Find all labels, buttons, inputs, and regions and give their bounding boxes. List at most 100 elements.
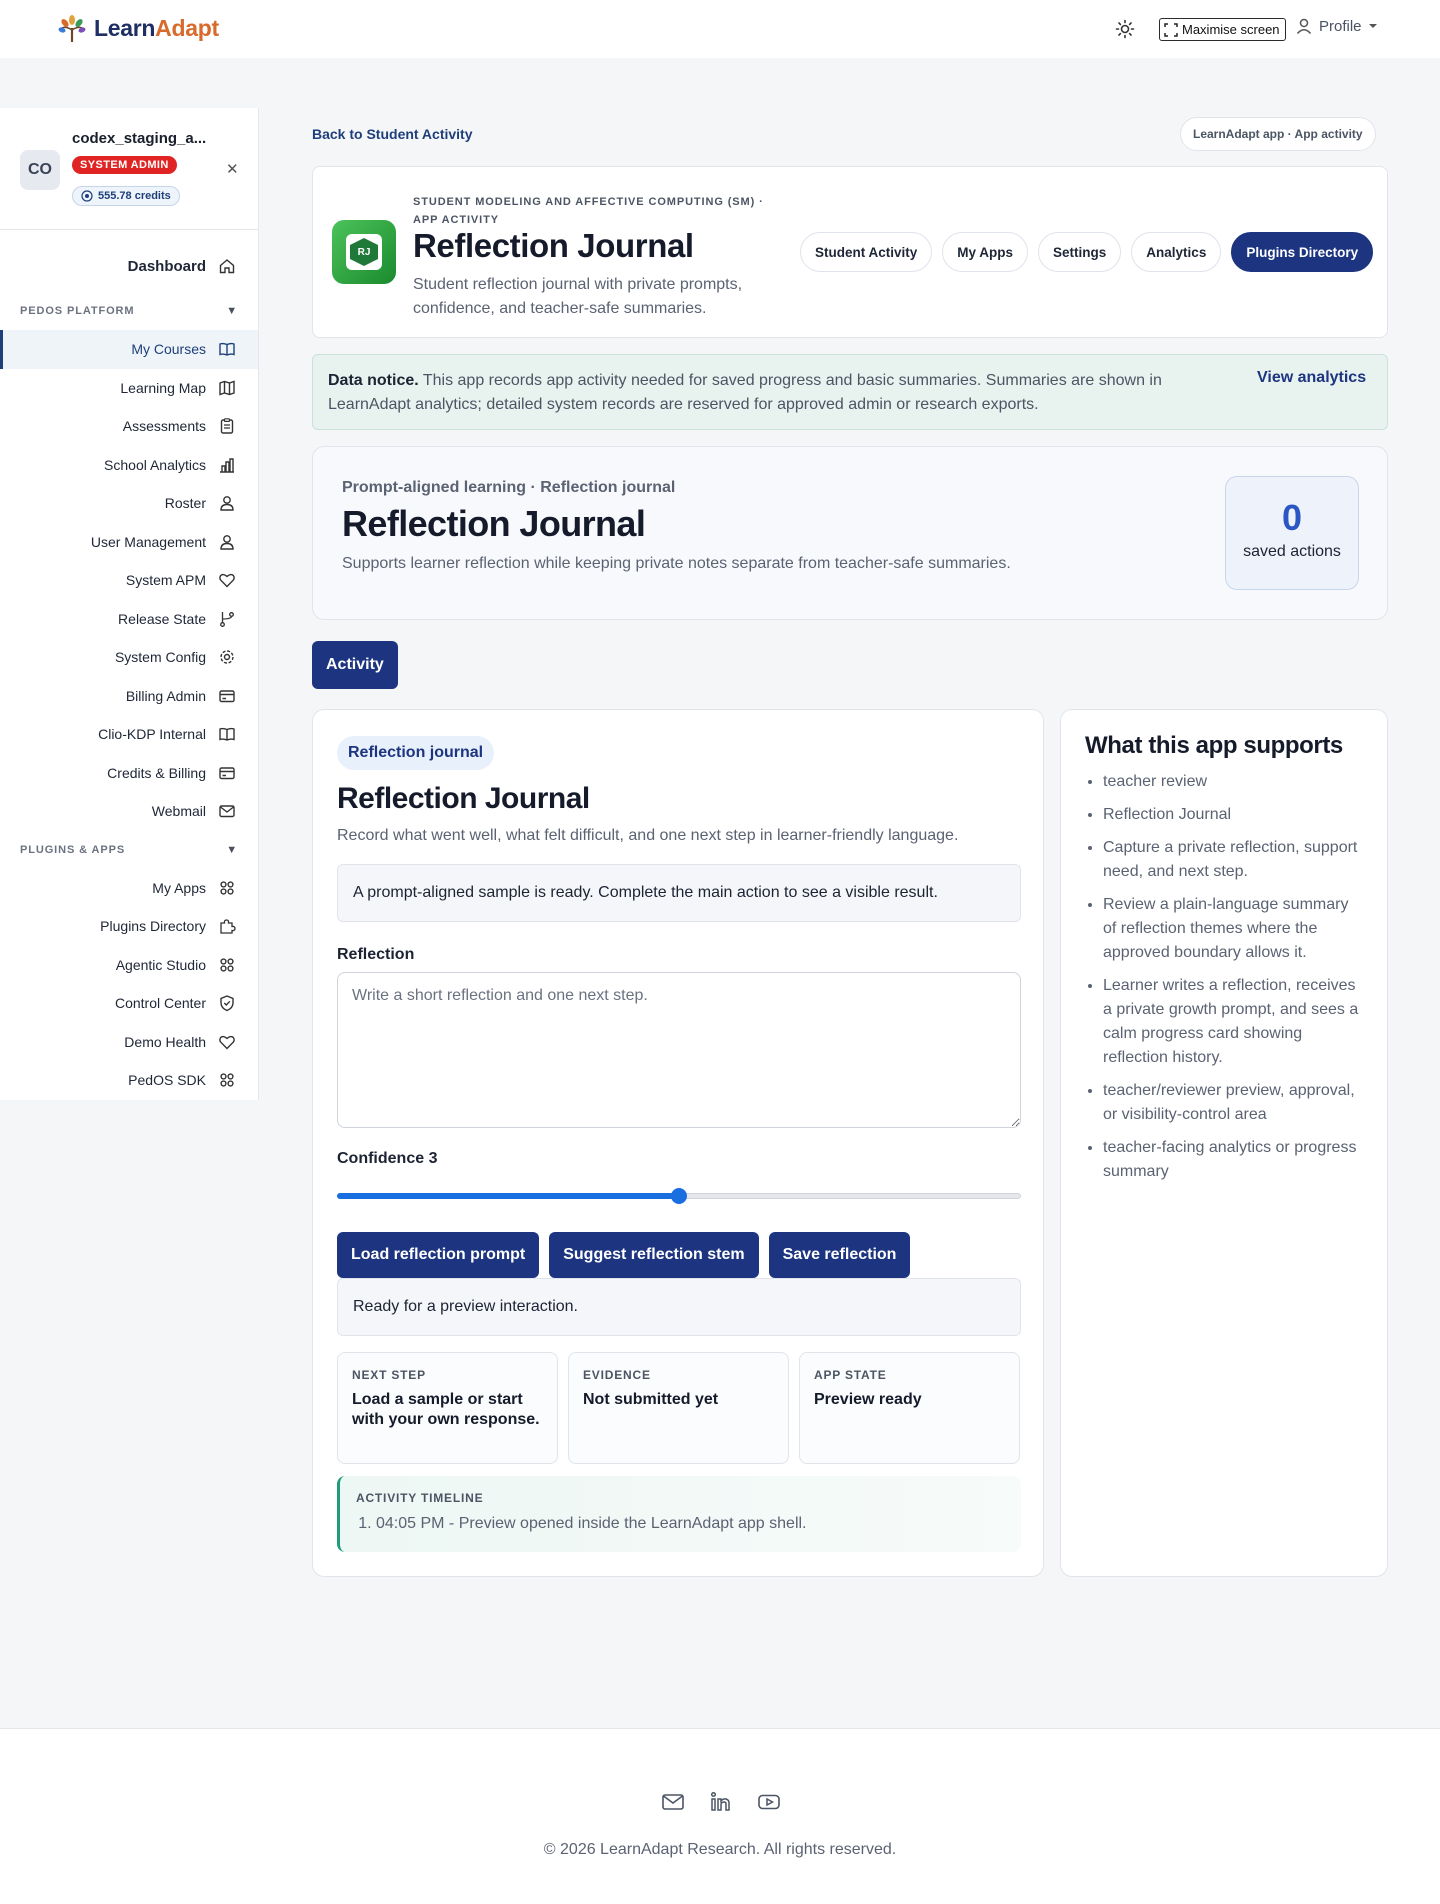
profile-label: Profile: [1319, 17, 1362, 35]
brand-logo-link[interactable]: LearnAdapt: [56, 12, 219, 44]
view-analytics-link[interactable]: View analytics: [1257, 369, 1366, 387]
git-branch-icon: [220, 611, 234, 627]
list-item: Learner writes a reflection, receives a …: [1103, 974, 1363, 1070]
sidebar-item-label: Learning Map: [120, 379, 206, 396]
book-icon: [219, 728, 235, 741]
close-sidebar-icon[interactable]: ✕: [226, 160, 239, 178]
sidebar-item-label: Control Center: [114, 995, 206, 1012]
section-pedos-platform[interactable]: PEDOS PLATFORM ▼: [0, 292, 258, 330]
users-icon: [220, 496, 234, 511]
credits-label: 555.78 credits: [98, 190, 171, 202]
app-header-card: RJ STUDENT MODELING AND AFFECTIVE COMPUT…: [312, 166, 1388, 338]
sidebar: CO codex_staging_a... SYSTEM ADMIN 555.7…: [0, 108, 259, 1100]
confidence-slider[interactable]: [337, 1188, 1021, 1204]
suggest-reflection-stem-button[interactable]: Suggest reflection stem: [549, 1232, 759, 1278]
list-item: teacher review: [1103, 770, 1363, 794]
saved-actions-counter: 0 saved actions: [1225, 476, 1359, 590]
app-icon-badge: RJ: [350, 238, 378, 266]
heart-icon: [219, 1035, 235, 1050]
sidebar-item-assessments[interactable]: Assessments: [0, 407, 258, 446]
role-badge: SYSTEM ADMIN: [72, 156, 177, 174]
maximise-screen-button[interactable]: Maximise screen: [1159, 18, 1286, 41]
sidebar-item-label: School Analytics: [104, 456, 206, 473]
sidebar-item-release-state[interactable]: Release State: [0, 600, 258, 639]
sidebar-item-school-analytics[interactable]: School Analytics: [0, 446, 258, 485]
profile-menu[interactable]: Profile: [1295, 17, 1378, 35]
sidebar-item-clio-kdp-internal[interactable]: Clio-KDP Internal: [0, 715, 258, 754]
supports-list: teacher review Reflection Journal Captur…: [1085, 770, 1363, 1184]
logo-icon: [58, 15, 86, 42]
sidebar-item-dashboard[interactable]: Dashboard: [0, 246, 258, 286]
user-card: CO codex_staging_a... SYSTEM ADMIN 555.7…: [0, 108, 258, 230]
supports-title: What this app supports: [1085, 732, 1343, 759]
section-plugins-apps[interactable]: PLUGINS & APPS ▼: [0, 831, 258, 869]
theme-toggle-button[interactable]: [1114, 18, 1136, 40]
notice-text: Data notice. This app records app activi…: [328, 369, 1218, 417]
slider-thumb[interactable]: [671, 1188, 687, 1204]
panel-description: Record what went well, what felt difficu…: [337, 827, 959, 844]
sidebar-item-my-courses[interactable]: My Courses: [0, 330, 258, 369]
sidebar-item-demo-health[interactable]: Demo Health: [0, 1023, 258, 1062]
sidebar-item-label: System Config: [114, 649, 206, 666]
sidebar-item-webmail[interactable]: Webmail: [0, 792, 258, 831]
sidebar-item-credits-billing[interactable]: Credits & Billing: [0, 754, 258, 793]
clipboard-icon: [220, 418, 234, 434]
reflection-label: Reflection: [337, 946, 415, 963]
supports-panel: What this app supports teacher review Re…: [1060, 709, 1388, 1577]
sidebar-item-my-apps[interactable]: My Apps: [0, 869, 258, 908]
load-reflection-prompt-button[interactable]: Load reflection prompt: [337, 1232, 540, 1278]
tab-analytics[interactable]: Analytics: [1131, 232, 1222, 272]
card-label: EVIDENCE: [583, 1368, 651, 1382]
coin-icon: [81, 190, 93, 202]
credit-card-icon: [219, 690, 235, 702]
caret-down-icon: ▼: [226, 305, 238, 317]
sidebar-item-learning-map[interactable]: Learning Map: [0, 369, 258, 408]
tab-activity[interactable]: Activity: [312, 641, 398, 689]
app-tabs: Student Activity My Apps Settings Analyt…: [800, 232, 1374, 272]
hero-card: Prompt-aligned learning · Reflection jou…: [312, 446, 1388, 620]
tab-plugins-directory[interactable]: Plugins Directory: [1231, 232, 1374, 272]
sidebar-item-agentic-studio[interactable]: Agentic Studio: [0, 946, 258, 985]
mail-icon[interactable]: [660, 1789, 686, 1815]
credits-badge[interactable]: 555.78 credits: [72, 186, 180, 206]
sidebar-item-system-config[interactable]: System Config: [0, 638, 258, 677]
section-title: PEDOS PLATFORM: [20, 305, 135, 317]
slider-fill: [337, 1193, 679, 1199]
data-notice: Data notice. This app records app activi…: [312, 354, 1388, 430]
user-name: codex_staging_a...: [72, 130, 207, 147]
sidebar-item-plugins-directory[interactable]: Plugins Directory: [0, 907, 258, 946]
tab-my-apps[interactable]: My Apps: [942, 232, 1029, 272]
section-title: PLUGINS & APPS: [20, 843, 126, 856]
sidebar-item-system-apm[interactable]: System APM: [0, 561, 258, 600]
card-label: NEXT STEP: [352, 1368, 426, 1382]
sidebar-item-control-center[interactable]: Control Center: [0, 984, 258, 1023]
panel-title: Reflection Journal: [337, 782, 590, 815]
sidebar-nav: Dashboard PEDOS PLATFORM ▼ My Courses Le…: [0, 230, 258, 1100]
youtube-icon[interactable]: [756, 1789, 782, 1815]
hero-eyebrow: Prompt-aligned learning · Reflection jou…: [342, 479, 676, 496]
sidebar-item-user-management[interactable]: User Management: [0, 523, 258, 562]
save-reflection-button[interactable]: Save reflection: [768, 1232, 911, 1278]
back-to-student-activity-link[interactable]: Back to Student Activity: [312, 126, 473, 142]
sidebar-item-billing-admin[interactable]: Billing Admin: [0, 677, 258, 716]
sidebar-item-pedos-sdk[interactable]: PedOS SDK: [0, 1061, 258, 1100]
app-eyebrow: STUDENT MODELING AND AFFECTIVE COMPUTING…: [413, 196, 764, 226]
tab-student-activity[interactable]: Student Activity: [800, 232, 933, 272]
sun-icon: [1115, 19, 1135, 39]
copyright: © 2026 LearnAdapt Research. All rights r…: [543, 1841, 897, 1858]
hero-title: Reflection Journal: [342, 503, 646, 544]
status-message: Ready for a preview interaction.: [337, 1278, 1021, 1336]
sidebar-item-label: Clio-KDP Internal: [98, 726, 206, 743]
sidebar-item-label: Billing Admin: [125, 687, 206, 704]
card-label: APP STATE: [814, 1368, 887, 1382]
saved-label: saved actions: [1243, 543, 1341, 560]
caret-down-icon: ▼: [226, 843, 238, 856]
sidebar-item-roster[interactable]: Roster: [0, 484, 258, 523]
mail-icon: [219, 805, 235, 818]
sidebar-item-label: Roster: [164, 495, 206, 512]
hero-description: Supports learner reflection while keepin…: [342, 555, 1011, 572]
reflection-textarea[interactable]: [337, 972, 1021, 1128]
linkedin-icon[interactable]: [708, 1789, 734, 1815]
tab-settings[interactable]: Settings: [1038, 232, 1122, 272]
sidebar-item-label: User Management: [90, 533, 206, 550]
